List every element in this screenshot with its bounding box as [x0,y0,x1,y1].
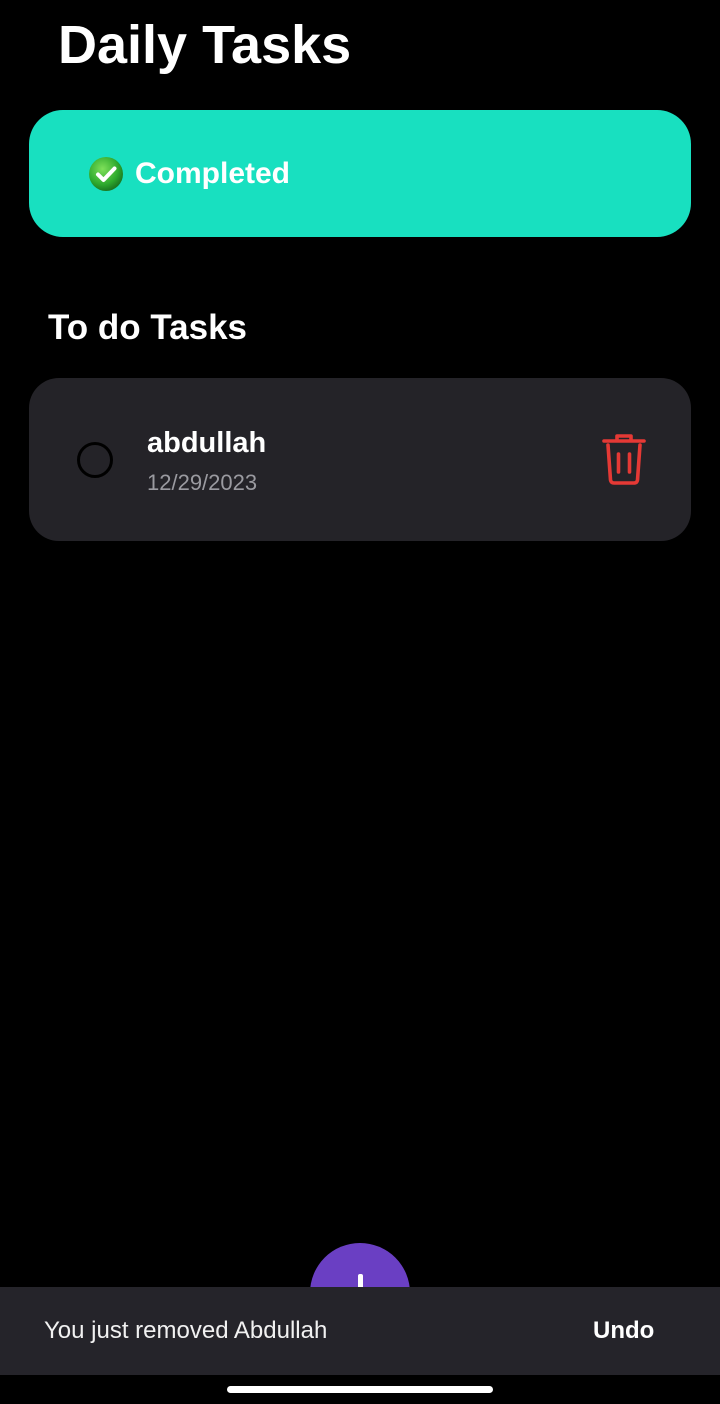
delete-task-button[interactable] [601,432,647,486]
section-title-todo: To do Tasks [48,308,248,347]
snackbar-message: You just removed Abdullah [44,1317,328,1344]
completed-label: Completed [135,156,291,190]
completed-tasks-button[interactable]: Completed [29,110,691,237]
page-title: Daily Tasks [58,15,352,75]
task-checkbox[interactable] [77,442,113,478]
task-card: abdullah 12/29/2023 [29,378,691,541]
task-name: abdullah [147,427,267,459]
undo-button[interactable]: Undo [593,1316,654,1346]
home-indicator [227,1386,493,1393]
task-date: 12/29/2023 [147,470,258,495]
trash-icon [601,432,647,486]
check-circle-icon [88,156,124,192]
snackbar: You just removed Abdullah Undo [0,1287,720,1375]
